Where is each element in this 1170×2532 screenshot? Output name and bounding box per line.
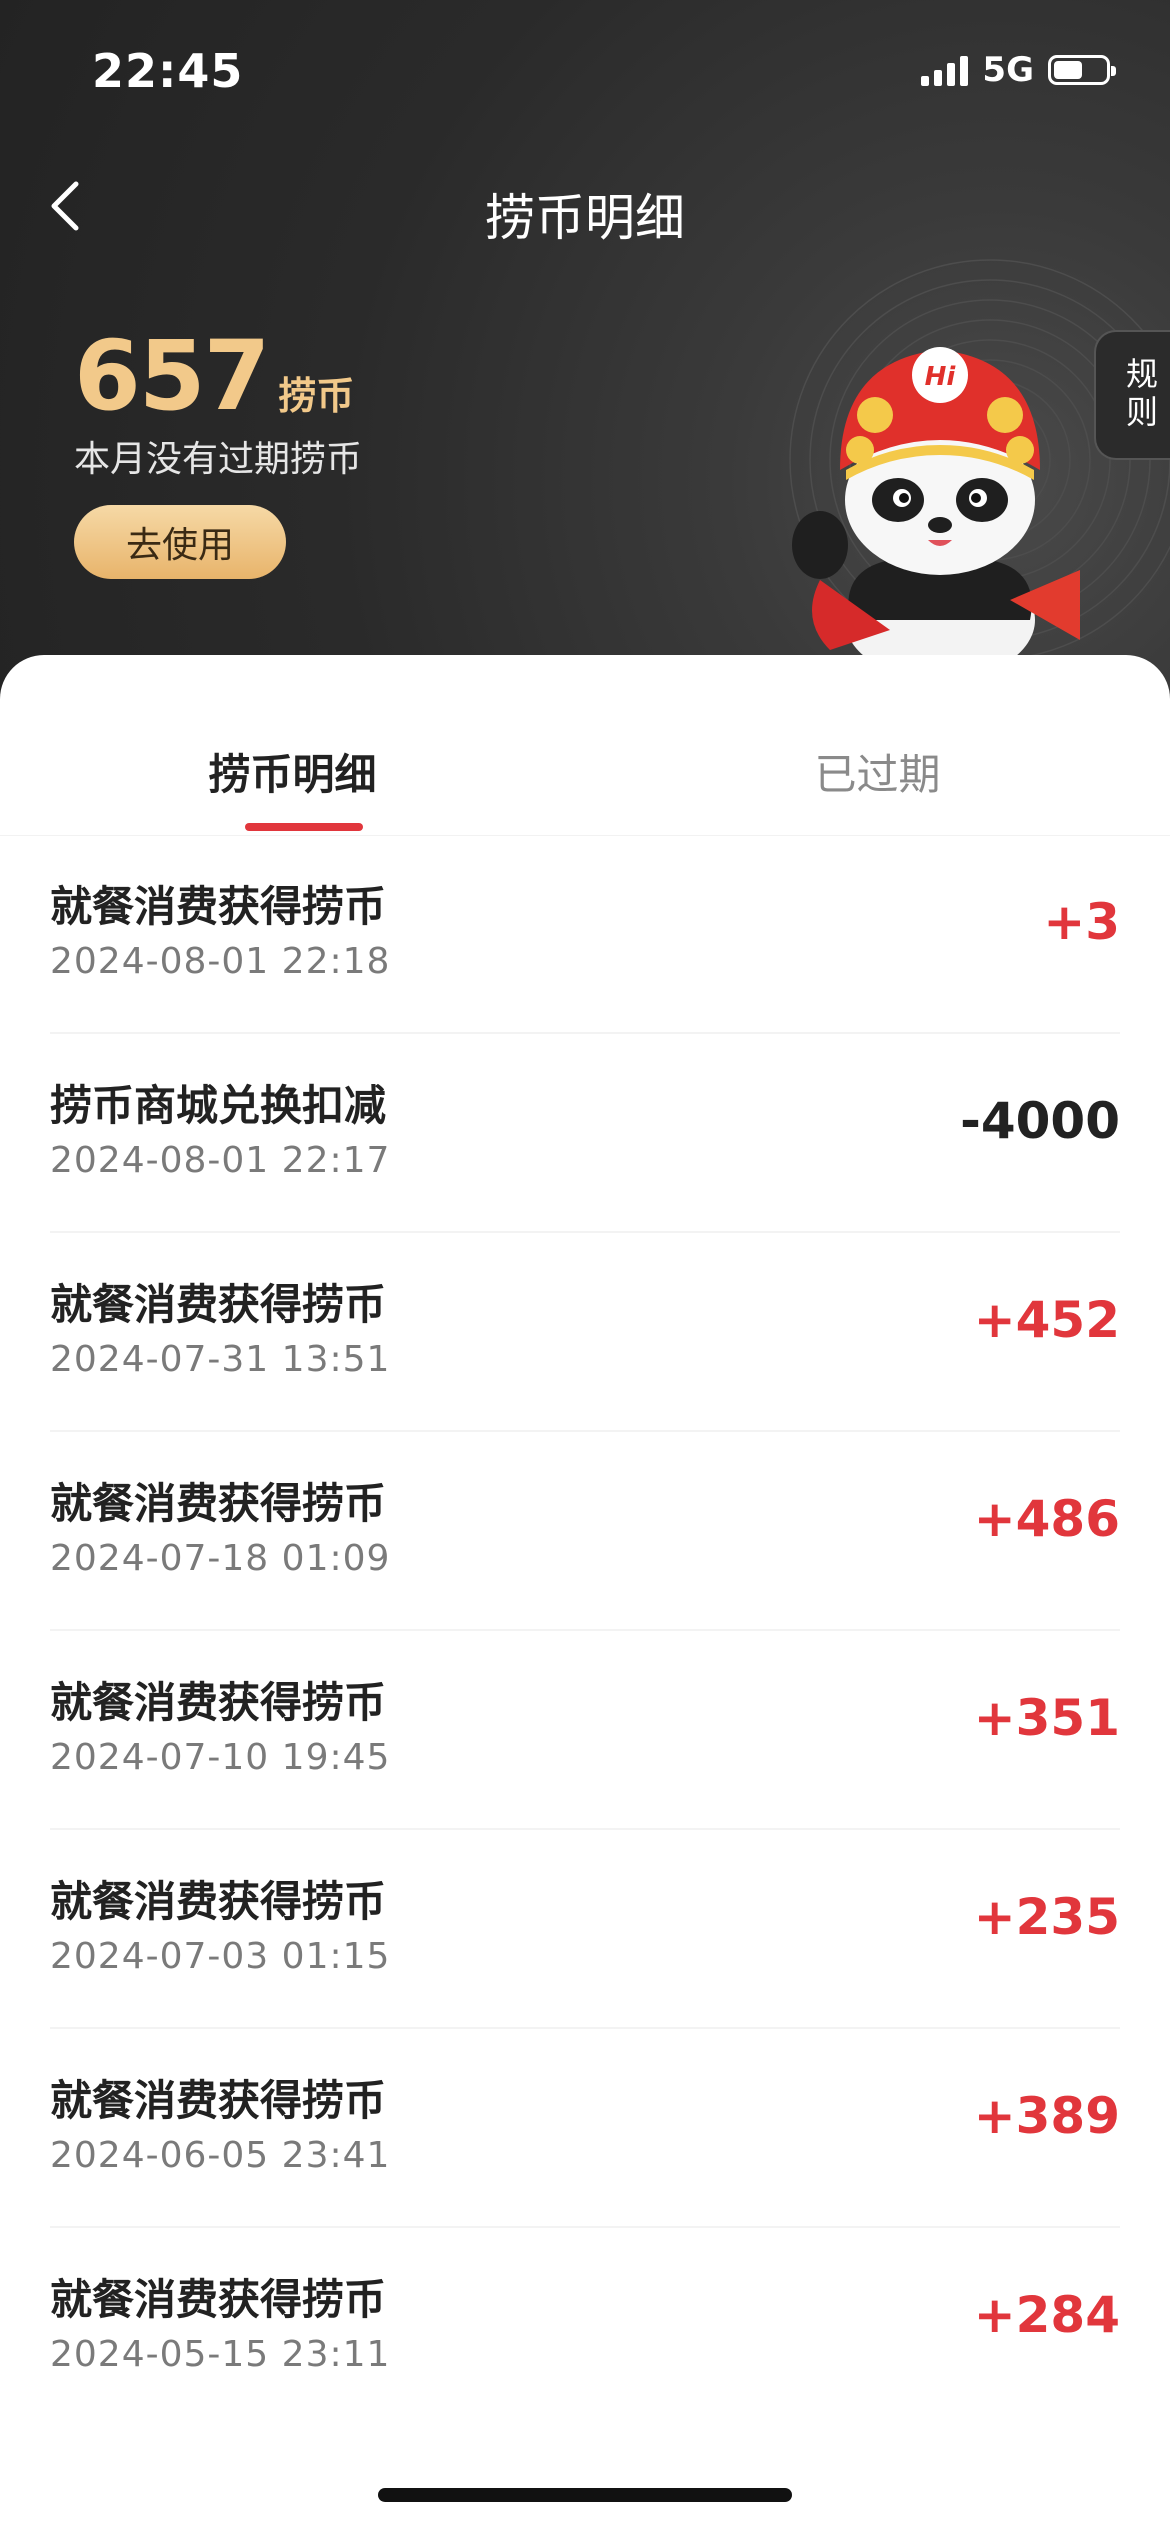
balance-value: 657 — [74, 320, 270, 432]
transaction-title: 就餐消费获得捞币 — [50, 882, 387, 931]
transaction-amount: +389 — [973, 2087, 1120, 2145]
use-coins-button[interactable]: 去使用 — [74, 505, 286, 579]
transaction-time: 2024-07-03 01:15 — [50, 1936, 391, 1977]
transaction-time: 2024-07-18 01:09 — [50, 1538, 391, 1579]
tab-expired[interactable]: 已过期 — [585, 741, 1170, 802]
panda-mascot-image: Hi — [792, 347, 1080, 660]
transaction-list: 就餐消费获得捞币 2024-08-01 22:18 +3 捞币商城兑换扣减 20… — [0, 835, 1170, 2427]
tab-bar: 捞币明细 已过期 — [0, 655, 1170, 836]
svg-text:Hi: Hi — [925, 362, 957, 392]
transaction-time: 2024-08-01 22:17 — [50, 1140, 391, 1181]
transaction-time: 2024-08-01 22:18 — [50, 941, 391, 982]
list-item[interactable]: 就餐消费获得捞币 2024-07-10 19:45 +351 — [0, 1631, 1170, 1830]
battery-icon — [1048, 55, 1116, 85]
network-type: 5G — [982, 50, 1034, 90]
transaction-title: 就餐消费获得捞币 — [50, 2275, 387, 2324]
home-indicator[interactable] — [378, 2488, 792, 2502]
list-item[interactable]: 捞币商城兑换扣减 2024-08-01 22:17 -4000 — [0, 1034, 1170, 1233]
balance-unit: 捞币 — [278, 374, 355, 418]
transaction-title: 就餐消费获得捞币 — [50, 1280, 387, 1329]
list-item[interactable]: 就餐消费获得捞币 2024-06-05 23:41 +389 — [0, 2029, 1170, 2228]
signal-icon — [921, 54, 969, 86]
transaction-amount: -4000 — [960, 1092, 1120, 1150]
tab-coin-detail[interactable]: 捞币明细 — [0, 741, 585, 802]
list-item[interactable]: 就餐消费获得捞币 2024-07-03 01:15 +235 — [0, 1830, 1170, 2029]
nav-bar: 捞币明细 — [0, 160, 1170, 250]
transaction-title: 捞币商城兑换扣减 — [50, 1081, 387, 1130]
transaction-time: 2024-07-31 13:51 — [50, 1339, 391, 1380]
transaction-time: 2024-05-15 23:11 — [50, 2334, 391, 2375]
transaction-amount: +452 — [973, 1291, 1120, 1349]
expire-note: 本月没有过期捞币 — [74, 439, 363, 480]
list-item[interactable]: 就餐消费获得捞币 2024-07-18 01:09 +486 — [0, 1432, 1170, 1631]
status-indicators: 5G — [921, 50, 1116, 90]
list-item[interactable]: 就餐消费获得捞币 2024-05-15 23:11 +284 — [0, 2228, 1170, 2427]
page-title: 捞币明细 — [485, 189, 685, 247]
transaction-amount: +351 — [973, 1689, 1120, 1747]
transaction-amount: +284 — [973, 2286, 1120, 2344]
list-item[interactable]: 就餐消费获得捞币 2024-08-01 22:18 +3 — [0, 835, 1170, 1034]
status-bar: 22:45 5G — [0, 0, 1170, 140]
status-time: 22:45 — [92, 44, 244, 98]
detail-sheet: 捞币明细 已过期 就餐消费获得捞币 2024-08-01 22:18 +3 捞币… — [0, 655, 1170, 2532]
list-item[interactable]: 就餐消费获得捞币 2024-07-31 13:51 +452 — [0, 1233, 1170, 1432]
transaction-title: 就餐消费获得捞币 — [50, 2076, 387, 2125]
transaction-amount: +235 — [973, 1888, 1120, 1946]
transaction-title: 就餐消费获得捞币 — [50, 1479, 387, 1528]
rules-button[interactable]: 规则 — [1094, 330, 1170, 460]
header-banner: 22:45 5G 捞币明细 657 捞币 本月没有过期捞币 去使用 Hi — [0, 0, 1170, 700]
transaction-amount: +3 — [1043, 893, 1120, 951]
active-tab-indicator — [245, 823, 363, 831]
transaction-time: 2024-07-10 19:45 — [50, 1737, 391, 1778]
transaction-time: 2024-06-05 23:41 — [50, 2135, 391, 2176]
coin-balance: 657 捞币 — [74, 320, 354, 432]
transaction-title: 就餐消费获得捞币 — [50, 1877, 387, 1926]
transaction-title: 就餐消费获得捞币 — [50, 1678, 387, 1727]
transaction-amount: +486 — [973, 1490, 1120, 1548]
